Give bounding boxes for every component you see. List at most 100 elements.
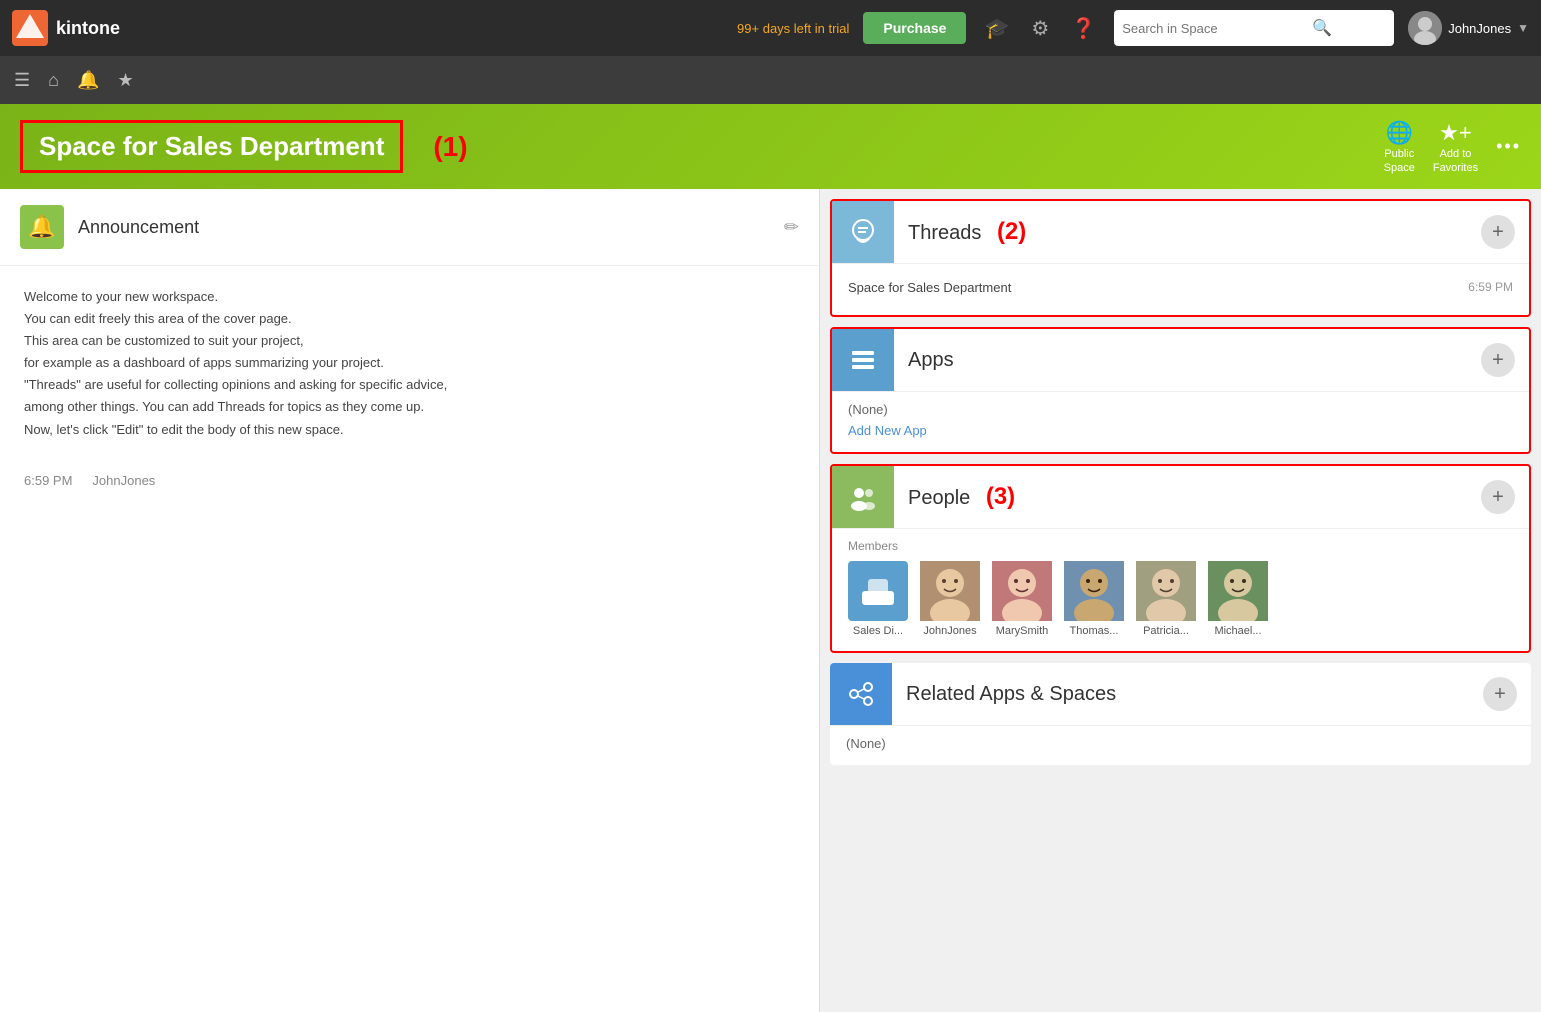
public-space-label2: Space	[1384, 162, 1415, 174]
thread-time: 6:59 PM	[1468, 280, 1513, 295]
threads-title: Threads (2)	[894, 218, 1481, 246]
apps-widget: Apps + (None) Add New App	[830, 327, 1531, 454]
member-item: Sales Di...	[848, 561, 908, 637]
body-line-4: for example as a dashboard of apps summa…	[24, 352, 795, 374]
thread-name[interactable]: Space for Sales Department	[848, 280, 1011, 295]
public-space-label: Public	[1384, 148, 1414, 160]
nav-right: 99+ days left in trial Purchase 🎓 ⚙ ❓ 🔍 …	[737, 10, 1529, 46]
related-widget-header: Related Apps & Spaces +	[830, 663, 1531, 725]
thread-item: Space for Sales Department 6:59 PM	[848, 274, 1513, 301]
people-widget-body: Members Sales Di... JohnJones	[832, 528, 1529, 651]
member-avatar-4[interactable]	[1136, 561, 1196, 621]
home-icon-button[interactable]: ⌂	[48, 70, 59, 91]
member-item: MarySmith	[992, 561, 1052, 637]
member-item: Patricia...	[1136, 561, 1196, 637]
main-content: 🔔 Announcement ✏ Welcome to your new wor…	[0, 189, 1541, 1012]
add-favorites-label: Add to	[1440, 148, 1472, 160]
add-favorites-label2: Favorites	[1433, 162, 1478, 174]
add-favorites-icon: ★+	[1439, 120, 1472, 146]
threads-widget: Threads (2) + Space for Sales Department…	[830, 199, 1531, 317]
space-title: Space for Sales Department	[39, 131, 384, 161]
threads-widget-body: Space for Sales Department 6:59 PM	[832, 263, 1529, 315]
member-name-3: Thomas...	[1070, 625, 1119, 637]
announcement-icon: 🔔	[20, 205, 64, 249]
notifications-icon-button[interactable]: 🔔	[77, 70, 99, 91]
apps-add-button[interactable]: +	[1481, 343, 1515, 377]
apps-widget-body: (None) Add New App	[832, 391, 1529, 452]
edit-icon-button[interactable]: ✏	[784, 217, 799, 238]
body-line-7: Now, let's click "Edit" to edit the body…	[24, 419, 795, 441]
announcement-footer: 6:59 PM JohnJones	[0, 461, 819, 508]
apps-title: Apps	[894, 349, 1481, 372]
related-none-text: (None)	[846, 736, 1515, 751]
threads-widget-header: Threads (2) +	[832, 201, 1529, 263]
people-widget: People (3) + Members Sales Di...	[830, 464, 1531, 653]
threads-widget-icon	[832, 201, 894, 263]
help-icon-button[interactable]: ❓	[1067, 12, 1100, 45]
announcement-author: JohnJones	[92, 473, 155, 488]
member-name-4: Patricia...	[1143, 625, 1189, 637]
settings-icon-button[interactable]: ⚙	[1027, 12, 1053, 45]
announcement-header: 🔔 Announcement ✏	[0, 189, 819, 266]
logo-text: kintone	[56, 18, 120, 39]
member-item: JohnJones	[920, 561, 980, 637]
user-area: JohnJones ▼	[1408, 11, 1529, 45]
people-add-button[interactable]: +	[1481, 480, 1515, 514]
learn-icon-button[interactable]: 🎓	[980, 12, 1013, 45]
public-space-icon: 🌐	[1386, 120, 1413, 146]
threads-label-num: (2)	[997, 218, 1026, 245]
related-title-text: Related Apps & Spaces	[906, 683, 1116, 705]
related-widget: Related Apps & Spaces + (None)	[830, 663, 1531, 765]
member-item: Thomas...	[1064, 561, 1124, 637]
members-row: Sales Di... JohnJones MarySm	[848, 561, 1513, 637]
logo-area: kintone	[12, 10, 120, 46]
member-avatar-1[interactable]	[920, 561, 980, 621]
secondary-nav: ☰ ⌂ 🔔 ★	[0, 56, 1541, 104]
members-label: Members	[848, 539, 1513, 553]
kintone-logo-icon	[12, 10, 48, 46]
member-avatar-3[interactable]	[1064, 561, 1124, 621]
announcement-timestamp: 6:59 PM	[24, 473, 72, 488]
user-name: JohnJones	[1448, 21, 1511, 36]
search-box: 🔍	[1114, 10, 1394, 46]
add-new-app-link[interactable]: Add New App	[848, 423, 927, 438]
apps-widget-icon	[832, 329, 894, 391]
space-header-right: 🌐 Public Space ★+ Add to Favorites •••	[1384, 120, 1521, 174]
member-item: Michael...	[1208, 561, 1268, 637]
member-avatar-5[interactable]	[1208, 561, 1268, 621]
purchase-button[interactable]: Purchase	[863, 12, 966, 44]
threads-title-text: Threads	[908, 222, 981, 244]
body-line-2: You can edit freely this area of the cov…	[24, 308, 795, 330]
related-widget-icon	[830, 663, 892, 725]
people-title: People (3)	[894, 483, 1481, 511]
user-dropdown-arrow[interactable]: ▼	[1517, 21, 1529, 35]
related-add-button[interactable]: +	[1483, 677, 1517, 711]
public-space-button[interactable]: 🌐 Public Space	[1384, 120, 1415, 174]
top-nav: kintone 99+ days left in trial Purchase …	[0, 0, 1541, 56]
people-label-num: (3)	[986, 483, 1015, 510]
more-options-button[interactable]: •••	[1496, 136, 1521, 157]
apps-title-text: Apps	[908, 349, 954, 371]
space-label-num: (1)	[433, 131, 467, 163]
body-line-1: Welcome to your new workspace.	[24, 286, 795, 308]
search-icon-button[interactable]: 🔍	[1304, 14, 1386, 42]
announcement-body: Welcome to your new workspace. You can e…	[0, 266, 819, 461]
apps-none-text: (None)	[848, 402, 1513, 417]
people-title-text: People	[908, 487, 970, 509]
threads-add-button[interactable]: +	[1481, 215, 1515, 249]
space-title-box: Space for Sales Department	[20, 120, 403, 173]
left-panel: 🔔 Announcement ✏ Welcome to your new wor…	[0, 189, 820, 1012]
apps-widget-header: Apps +	[832, 329, 1529, 391]
menu-icon-button[interactable]: ☰	[14, 70, 30, 91]
people-widget-header: People (3) +	[832, 466, 1529, 528]
people-widget-icon	[832, 466, 894, 528]
add-favorites-button[interactable]: ★+ Add to Favorites	[1433, 120, 1478, 174]
member-name-2: MarySmith	[996, 625, 1049, 637]
member-avatar-2[interactable]	[992, 561, 1052, 621]
announcement-title: Announcement	[78, 217, 770, 238]
body-line-6: among other things. You can add Threads …	[24, 396, 795, 418]
favorites-icon-button[interactable]: ★	[117, 70, 133, 91]
member-name-1: JohnJones	[923, 625, 976, 637]
group-avatar[interactable]	[848, 561, 908, 621]
search-input[interactable]	[1122, 21, 1298, 36]
